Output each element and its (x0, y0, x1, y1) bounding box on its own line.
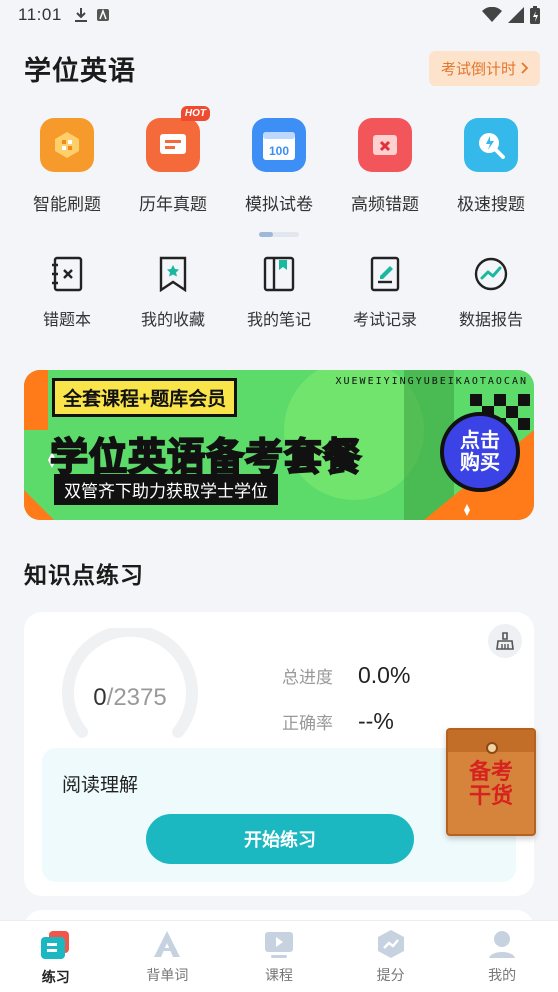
envelope-seal-icon (486, 742, 498, 754)
banner-buy-button[interactable]: 点击 购买 (440, 412, 520, 492)
my-notes-button[interactable]: 我的笔记 (226, 256, 332, 330)
envelope-text: 备考 干货 (448, 759, 534, 809)
progress-gauge: 0/2375 (60, 624, 200, 738)
feature-label: 极速搜题 (457, 195, 525, 214)
practice-tab-icon (40, 931, 69, 959)
banner-headline-accent: 备考套餐 (205, 436, 363, 480)
page-indicator-active (259, 232, 273, 237)
chevron-right-icon (521, 62, 528, 74)
data-report-button[interactable]: 数据报告 (438, 256, 544, 330)
progress-label: 总进度 (282, 667, 333, 687)
envelope-line2: 干货 (468, 783, 513, 809)
exam-records-button[interactable]: 考试记录 (332, 256, 438, 330)
feature-label: 历年真题 (139, 195, 207, 214)
study-materials-floating-button[interactable]: 备考 干货 (446, 728, 536, 836)
accuracy-label: 正确率 (282, 713, 333, 733)
tab-label: 练习 (41, 969, 70, 985)
banner-subtitle: 双管齐下助力获取学士学位 (54, 474, 278, 505)
broom-icon (496, 632, 514, 650)
feature-past-papers[interactable]: HOT 历年真题 (120, 106, 226, 215)
battery-icon (530, 6, 540, 24)
bookmark-icon (159, 256, 187, 292)
my-favorites-button[interactable]: 我的收藏 (120, 256, 226, 330)
wifi-icon (482, 7, 502, 22)
tab-profile[interactable]: 我的 (446, 921, 558, 992)
grid-page-indicator (259, 232, 299, 237)
bottom-tab-bar: 练习 背单词 课程 提分 我的 (0, 920, 558, 992)
error-book-icon (52, 256, 83, 292)
secondary-feature-grid: 错题本 我的收藏 我的笔记 考试记录 数据报告 (14, 256, 544, 330)
feature-smart-practice[interactable]: 智能刷题 (14, 118, 120, 215)
gauge-done: 0 (93, 684, 107, 711)
my-notes-label: 我的笔记 (246, 312, 311, 329)
gauge-value: 0/2375 (93, 684, 167, 711)
error-book-label: 错题本 (42, 312, 91, 329)
tab-label: 提分 (376, 967, 405, 983)
status-time: 11:01 (18, 5, 62, 24)
knowledge-section-title: 知识点练习 (24, 562, 144, 588)
feature-frequent-errors[interactable]: 高频错题 (332, 118, 438, 215)
hot-badge: HOT (180, 106, 210, 121)
feature-label: 智能刷题 (33, 195, 101, 214)
tab-vocabulary[interactable]: 背单词 (112, 921, 224, 992)
my-favorites-label: 我的收藏 (140, 312, 205, 329)
past-papers-icon: HOT (146, 106, 210, 172)
envelope-line1: 备考 (468, 759, 513, 784)
banner-badge: 全套课程+题库会员 (52, 378, 238, 417)
tab-label: 课程 (264, 967, 293, 983)
exam-countdown-label: 考试倒计时 (440, 60, 516, 78)
page-header: 学位英语 考试倒计时 (24, 48, 540, 88)
improve-tab-icon (377, 930, 404, 958)
mock-exam-icon-text: 100 (269, 144, 289, 158)
category-practice-panel: 阅读理解 开始练习 (42, 748, 516, 882)
profile-tab-icon (489, 931, 516, 958)
notes-icon (263, 256, 295, 292)
exam-records-label: 考试记录 (352, 312, 417, 329)
data-report-label: 数据报告 (458, 312, 523, 329)
buy-line1: 点击 (460, 430, 500, 452)
tab-practice[interactable]: 练习 (0, 921, 112, 992)
data-report-icon (474, 257, 508, 291)
course-tab-icon (264, 932, 293, 958)
smart-practice-icon (40, 118, 94, 172)
exam-record-icon (370, 256, 400, 292)
download-icon (74, 8, 87, 22)
tab-course[interactable]: 课程 (223, 921, 335, 992)
tab-improve[interactable]: 提分 (335, 921, 447, 992)
accuracy-row: 正确率 --% (282, 698, 410, 744)
primary-feature-grid: 智能刷题 HOT 历年真题 100 模拟试卷 高频错题 极速搜题 (14, 106, 544, 215)
banner-headline-main: 学位英语 (49, 436, 207, 480)
tab-label: 背单词 (146, 967, 189, 983)
banner-marquee-text: XUEWEIYINGYUBEIKAOTAOCAN (335, 376, 528, 387)
start-practice-button[interactable]: 开始练习 (146, 814, 414, 864)
progress-row: 总进度 0.0% (282, 652, 410, 698)
gauge-track (62, 624, 198, 738)
status-bar: 11:01 (0, 0, 558, 30)
frequent-errors-icon (358, 118, 412, 172)
vocabulary-tab-icon (154, 931, 181, 957)
category-label: 阅读理解 (62, 775, 139, 796)
cellular-icon (508, 7, 524, 23)
quick-search-icon (464, 118, 518, 172)
progress-value: 0.0% (358, 661, 411, 688)
promo-banner[interactable]: 全套课程+题库会员 XUEWEIYINGYUBEIKAOTAOCAN 学位英语备… (24, 370, 534, 520)
mock-exam-icon: 100 (252, 118, 306, 172)
error-book-button[interactable]: 错题本 (14, 256, 120, 330)
exam-countdown-button[interactable]: 考试倒计时 (428, 50, 540, 86)
clear-records-button[interactable] (488, 624, 522, 658)
notification-app-icon (96, 8, 109, 21)
feature-label: 模拟试卷 (245, 195, 313, 214)
accuracy-value: --% (358, 707, 394, 734)
feature-label: 高频错题 (351, 195, 419, 214)
banner-headline: 学位英语备考套餐 (49, 426, 363, 481)
progress-stats: 总进度 0.0% 正确率 --% (282, 652, 410, 744)
buy-line2: 购买 (460, 452, 500, 474)
tab-label: 我的 (488, 967, 517, 983)
feature-quick-search[interactable]: 极速搜题 (438, 118, 544, 215)
gauge-total: 2375 (113, 684, 167, 711)
feature-mock-exam[interactable]: 100 模拟试卷 (226, 118, 332, 215)
page-title: 学位英语 (24, 55, 136, 86)
